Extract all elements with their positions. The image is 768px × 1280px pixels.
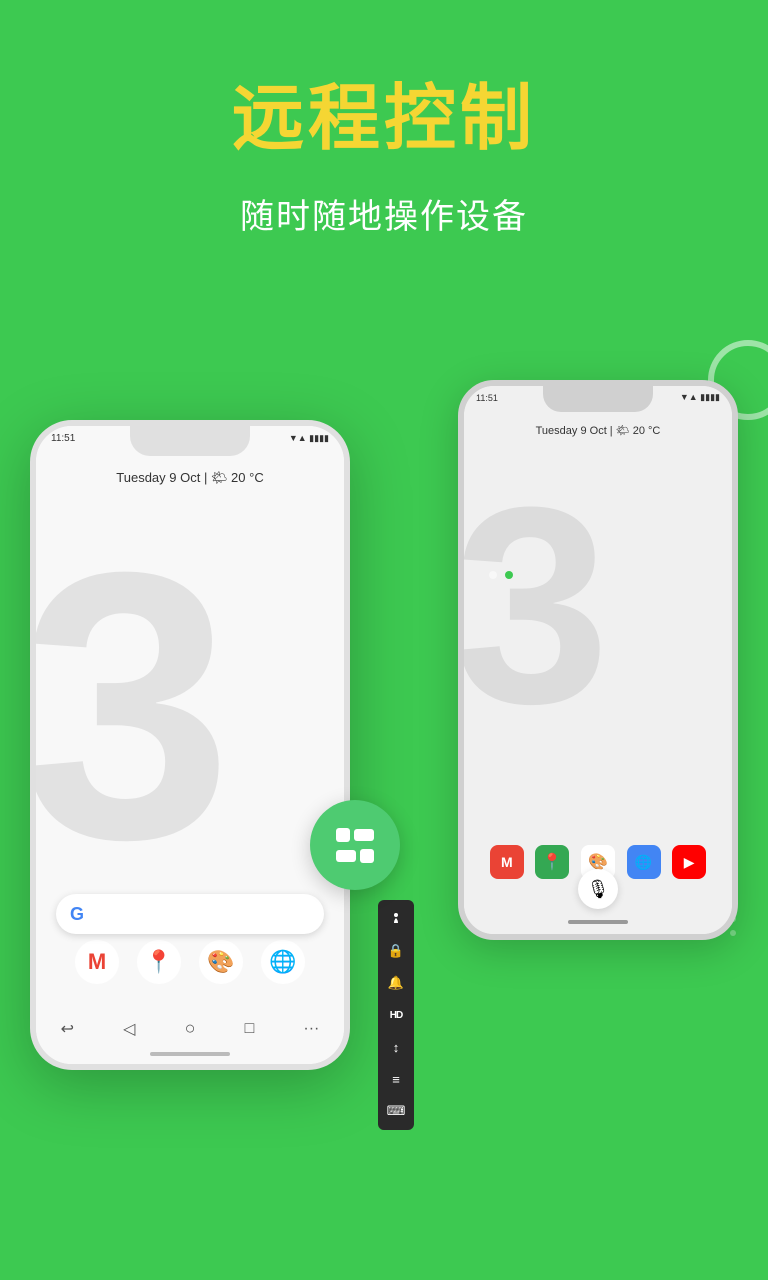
phone-front: 11:51 ▼▲ ▮▮▮▮ 3 Tuesday 9 Oct | 🌤 20 °C … <box>30 420 350 1070</box>
phone-front-signal: ▼▲ ▮▮▮▮ <box>289 433 329 444</box>
phone-back-date-weather: Tuesday 9 Oct | 🌤 20 °C <box>464 424 732 437</box>
phone-front-dock: M 📍 🎨 🌐 <box>36 940 344 984</box>
toolbar-keyboard-icon[interactable]: ⌨ <box>380 1096 412 1126</box>
icon-chrome-front: 🌐 <box>261 940 305 984</box>
phone-back-google-assist: 🎙 <box>578 869 618 909</box>
header-section: 远程控制 随时随地操作设备 <box>0 0 768 238</box>
icon-photos-front: 🎨 <box>199 940 243 984</box>
nav-back-icon: ↩ <box>61 1019 74 1039</box>
phone-back: 11:51 ▼▲ ▮▮▮▮ 3 Tuesday 9 Oct | 🌤 20 °C … <box>458 380 738 940</box>
right-toolbar: 🔒 🔔 HD ↕ ≡ ⌨ <box>378 900 414 1130</box>
phone-front-google-bar[interactable]: G <box>56 894 324 934</box>
toolbar-hd-label[interactable]: HD <box>380 1000 412 1030</box>
nav-home-triangle-icon: ◁ <box>123 1019 135 1039</box>
phone-back-time: 11:51 <box>476 393 498 403</box>
icon-maps-back: 📍 <box>535 845 569 879</box>
remote-control-button[interactable] <box>310 800 400 890</box>
phone-back-signal: ▼▲ ▮▮▮▮ <box>680 392 720 403</box>
nav-home-circle-icon: ○ <box>185 1018 196 1039</box>
phone-back-screen: 11:51 ▼▲ ▮▮▮▮ 3 Tuesday 9 Oct | 🌤 20 °C … <box>464 386 732 934</box>
phone-front-nav-bar: ↩ ◁ ○ □ ··· <box>36 1018 344 1039</box>
toolbar-arrows-icon[interactable]: ↕ <box>380 1032 412 1062</box>
icon-maps-front: 📍 <box>137 940 181 984</box>
sub-title: 随时随地操作设备 <box>0 189 768 238</box>
toolbar-sound-icon[interactable]: 🔔 <box>380 968 412 998</box>
icon-youtube-back: ▶ <box>672 845 706 879</box>
toolbar-lock-icon[interactable]: 🔒 <box>380 936 412 966</box>
toolbar-settings-icon[interactable]: ≡ <box>380 1064 412 1094</box>
phone-back-dots <box>489 571 513 579</box>
phone-front-screen: 11:51 ▼▲ ▮▮▮▮ 3 Tuesday 9 Oct | 🌤 20 °C … <box>36 426 344 1064</box>
phones-area: 11:51 ▼▲ ▮▮▮▮ 3 Tuesday 9 Oct | 🌤 20 °C … <box>0 320 768 1220</box>
remote-control-icon <box>336 828 374 863</box>
phone-back-big-number: 3 <box>458 466 610 746</box>
nav-recent-icon: □ <box>245 1020 255 1038</box>
phone-back-status-bar: 11:51 ▼▲ ▮▮▮▮ <box>476 392 720 403</box>
phone-front-status-bar: 11:51 ▼▲ ▮▮▮▮ <box>51 433 329 444</box>
page-wrapper: 远程控制 随时随地操作设备 11:51 ▼▲ ▮▮▮▮ 3 Tuesday 9 … <box>0 0 768 1280</box>
phone-back-frame: 11:51 ▼▲ ▮▮▮▮ 3 Tuesday 9 Oct | 🌤 20 °C … <box>458 380 738 940</box>
phone-front-big-number: 3 <box>30 516 232 896</box>
phone-front-home-indicator <box>150 1052 230 1056</box>
toolbar-touch-icon[interactable] <box>380 904 412 934</box>
icon-gmail-front: M <box>75 940 119 984</box>
phone-front-time: 11:51 <box>51 433 75 444</box>
phone-front-date-weather: Tuesday 9 Oct | 🌤 20 °C <box>36 470 344 486</box>
icon-chrome-back: 🌐 <box>627 845 661 879</box>
phone-back-home-indicator <box>568 920 628 924</box>
phone-front-frame: 11:51 ▼▲ ▮▮▮▮ 3 Tuesday 9 Oct | 🌤 20 °C … <box>30 420 350 1070</box>
main-title: 远程控制 <box>0 80 768 159</box>
nav-more-icon: ··· <box>303 1020 319 1038</box>
icon-gmail-back: M <box>490 845 524 879</box>
